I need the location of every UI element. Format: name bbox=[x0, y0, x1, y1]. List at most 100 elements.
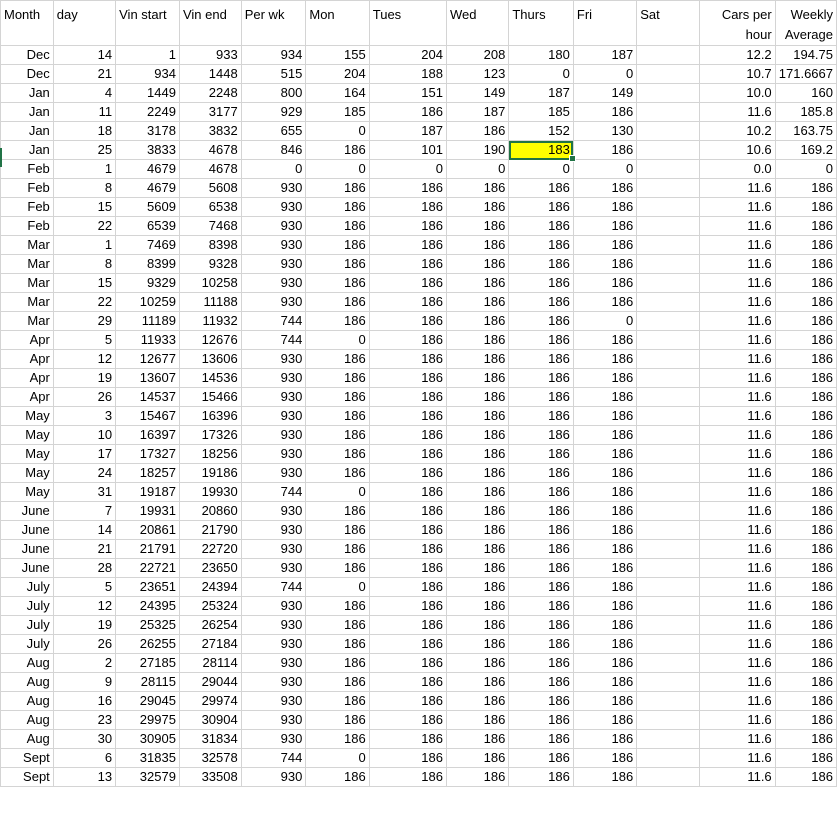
cell-sat[interactable] bbox=[636, 311, 701, 331]
cell-weekly-average[interactable]: 186 bbox=[774, 349, 837, 369]
cell-day[interactable]: 3 bbox=[52, 406, 117, 426]
cell-cars-per-hour[interactable]: 10.0 bbox=[699, 83, 776, 103]
cell-fri[interactable]: 186 bbox=[572, 653, 638, 673]
cell-per-wk[interactable]: 930 bbox=[240, 710, 307, 730]
cell-sat[interactable] bbox=[636, 634, 701, 654]
cell-per-wk[interactable]: 930 bbox=[240, 178, 307, 198]
cell-fri[interactable]: 186 bbox=[572, 539, 638, 559]
cell-fri[interactable]: 186 bbox=[572, 463, 638, 483]
cell-per-wk[interactable]: 930 bbox=[240, 596, 307, 616]
cell-tues[interactable]: 186 bbox=[368, 520, 447, 540]
cell-thurs[interactable]: 0 bbox=[508, 159, 574, 179]
cell-cars-per-hour[interactable]: 11.6 bbox=[699, 691, 776, 711]
cell-vin-end[interactable]: 15466 bbox=[178, 387, 242, 407]
cell-vin-start[interactable]: 11189 bbox=[115, 311, 180, 331]
cell-vin-end[interactable]: 17326 bbox=[178, 425, 242, 445]
cell-per-wk[interactable]: 930 bbox=[240, 273, 307, 293]
cell-per-wk[interactable]: 930 bbox=[240, 653, 307, 673]
cell-weekly-average[interactable]: 186 bbox=[774, 330, 837, 350]
cell-cars-per-hour[interactable]: 11.6 bbox=[699, 273, 776, 293]
cell-sat[interactable] bbox=[636, 406, 701, 426]
column-header-wed[interactable]: Wed bbox=[445, 0, 510, 46]
cell-per-wk[interactable]: 930 bbox=[240, 672, 307, 692]
cell-mon[interactable]: 186 bbox=[305, 197, 370, 217]
cell-day[interactable]: 5 bbox=[52, 330, 117, 350]
cell-day[interactable]: 17 bbox=[52, 444, 117, 464]
cell-vin-end[interactable]: 2248 bbox=[178, 83, 242, 103]
cell-per-wk[interactable]: 930 bbox=[240, 254, 307, 274]
cell-wed[interactable]: 186 bbox=[445, 691, 510, 711]
cell-vin-end[interactable]: 7468 bbox=[178, 216, 242, 236]
cell-thurs[interactable]: 186 bbox=[508, 368, 574, 388]
cell-mon[interactable]: 186 bbox=[305, 444, 370, 464]
cell-vin-end[interactable]: 28114 bbox=[178, 653, 242, 673]
cell-wed[interactable]: 186 bbox=[445, 577, 510, 597]
cell-wed[interactable]: 186 bbox=[445, 178, 510, 198]
cell-tues[interactable]: 186 bbox=[368, 425, 447, 445]
cell-fri[interactable]: 0 bbox=[572, 159, 638, 179]
cell-fri[interactable]: 186 bbox=[572, 102, 638, 122]
cell-per-wk[interactable]: 744 bbox=[240, 748, 307, 768]
cell-tues[interactable]: 186 bbox=[368, 368, 447, 388]
cell-mon[interactable]: 186 bbox=[305, 311, 370, 331]
cell-vin-start[interactable]: 2249 bbox=[115, 102, 180, 122]
cell-mon[interactable]: 0 bbox=[305, 748, 370, 768]
cell-cars-per-hour[interactable]: 11.6 bbox=[699, 197, 776, 217]
cell-vin-start[interactable]: 4679 bbox=[115, 159, 180, 179]
cell-mon[interactable]: 204 bbox=[305, 64, 370, 84]
cell-weekly-average[interactable]: 186 bbox=[774, 729, 837, 749]
cell-mon[interactable]: 0 bbox=[305, 330, 370, 350]
cell-mon[interactable]: 186 bbox=[305, 767, 370, 787]
cell-fri[interactable]: 186 bbox=[572, 349, 638, 369]
cell-cars-per-hour[interactable]: 11.6 bbox=[699, 558, 776, 578]
cell-thurs[interactable]: 152 bbox=[508, 121, 574, 141]
cell-sat[interactable] bbox=[636, 748, 701, 768]
cell-mon[interactable]: 0 bbox=[305, 159, 370, 179]
cell-vin-start[interactable]: 19931 bbox=[115, 501, 180, 521]
cell-vin-start[interactable]: 10259 bbox=[115, 292, 180, 312]
cell-month[interactable]: Dec bbox=[0, 64, 54, 84]
cell-weekly-average[interactable]: 186 bbox=[774, 558, 837, 578]
cell-tues[interactable]: 186 bbox=[368, 653, 447, 673]
cell-month[interactable]: July bbox=[0, 634, 54, 654]
cell-sat[interactable] bbox=[636, 577, 701, 597]
cell-fri[interactable]: 186 bbox=[572, 406, 638, 426]
cell-vin-start[interactable]: 23651 bbox=[115, 577, 180, 597]
cell-sat[interactable] bbox=[636, 691, 701, 711]
cell-fri[interactable]: 186 bbox=[572, 425, 638, 445]
cell-weekly-average[interactable]: 186 bbox=[774, 482, 837, 502]
cell-vin-end[interactable]: 29974 bbox=[178, 691, 242, 711]
cell-fri[interactable]: 186 bbox=[572, 197, 638, 217]
cell-vin-end[interactable]: 16396 bbox=[178, 406, 242, 426]
cell-mon[interactable]: 186 bbox=[305, 235, 370, 255]
cell-tues[interactable]: 186 bbox=[368, 710, 447, 730]
cell-sat[interactable] bbox=[636, 159, 701, 179]
cell-fri[interactable]: 186 bbox=[572, 634, 638, 654]
cell-weekly-average[interactable]: 186 bbox=[774, 691, 837, 711]
cell-mon[interactable]: 186 bbox=[305, 558, 370, 578]
cell-weekly-average[interactable]: 186 bbox=[774, 748, 837, 768]
cell-fri[interactable]: 186 bbox=[572, 273, 638, 293]
cell-month[interactable]: Sept bbox=[0, 748, 54, 768]
cell-wed[interactable]: 186 bbox=[445, 197, 510, 217]
cell-month[interactable]: Dec bbox=[0, 45, 54, 65]
cell-cars-per-hour[interactable]: 11.6 bbox=[699, 349, 776, 369]
cell-thurs[interactable]: 186 bbox=[508, 520, 574, 540]
cell-tues[interactable]: 186 bbox=[368, 273, 447, 293]
cell-wed[interactable]: 186 bbox=[445, 558, 510, 578]
cell-fri[interactable]: 186 bbox=[572, 368, 638, 388]
cell-vin-start[interactable]: 31835 bbox=[115, 748, 180, 768]
cell-sat[interactable] bbox=[636, 387, 701, 407]
cell-day[interactable]: 23 bbox=[52, 710, 117, 730]
cell-sat[interactable] bbox=[636, 482, 701, 502]
cell-thurs[interactable]: 186 bbox=[508, 501, 574, 521]
cell-sat[interactable] bbox=[636, 197, 701, 217]
cell-tues[interactable]: 186 bbox=[368, 444, 447, 464]
cell-cars-per-hour[interactable]: 12.2 bbox=[699, 45, 776, 65]
cell-mon[interactable]: 186 bbox=[305, 273, 370, 293]
cell-day[interactable]: 19 bbox=[52, 615, 117, 635]
cell-mon[interactable]: 186 bbox=[305, 672, 370, 692]
cell-weekly-average[interactable]: 186 bbox=[774, 368, 837, 388]
cell-day[interactable]: 22 bbox=[52, 216, 117, 236]
cell-tues[interactable]: 186 bbox=[368, 102, 447, 122]
